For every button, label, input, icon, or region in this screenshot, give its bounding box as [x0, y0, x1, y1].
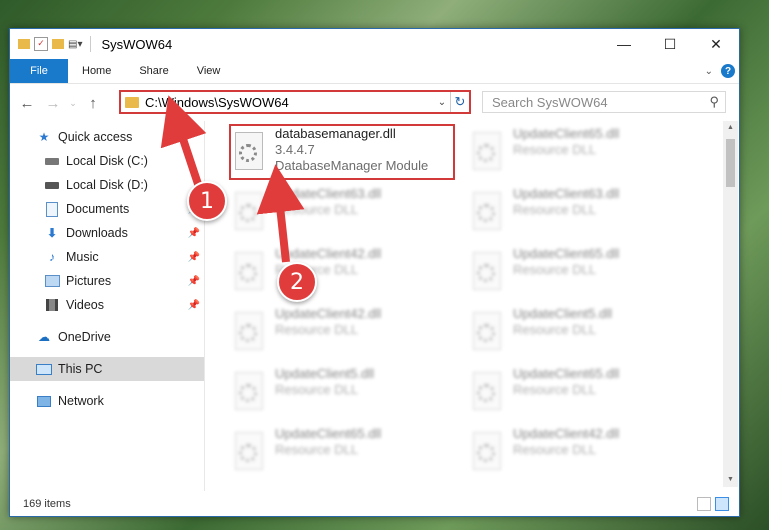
step-badge-1: 1: [187, 181, 227, 221]
arrow-to-dll-file: [256, 164, 305, 263]
arrow-to-address-bar: [160, 95, 207, 192]
step-badge-2: 2: [277, 262, 317, 302]
annotation-arrows: [160, 95, 305, 263]
